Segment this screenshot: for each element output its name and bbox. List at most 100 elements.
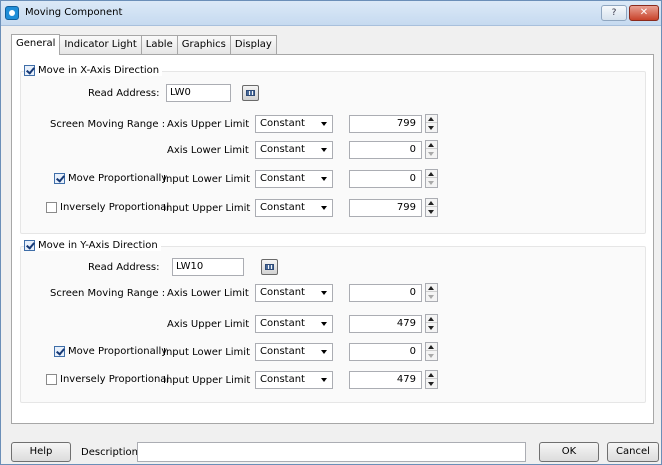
y-read-address-input[interactable]: LW10 [172,258,244,276]
x-row-label: Input Lower Limit [163,174,250,185]
y-address-keyboard-button[interactable] [261,259,278,275]
select-value: Constant [260,202,305,213]
chevron-down-icon [321,122,327,126]
x-move-proportionally[interactable]: Move Proportionally [54,172,167,185]
x-input-lower-value[interactable]: 0 [349,170,422,188]
title-bar[interactable]: Moving Component ? ✕ [1,1,661,26]
close-button[interactable]: ✕ [629,5,659,21]
spin-up-icon[interactable] [426,315,437,323]
y-axis-enable-checkbox[interactable] [24,240,35,251]
spin-up-icon[interactable] [426,141,437,149]
tab-graphics[interactable]: Graphics [177,35,231,54]
x-address-keyboard-button[interactable] [242,85,259,101]
x-read-address-input[interactable]: LW0 [166,84,231,102]
x-axis-lower-spinner[interactable] [425,140,438,159]
chevron-down-icon [321,378,327,382]
spin-down-icon[interactable] [426,352,437,360]
y-move-proportionally-label: Move Proportionally [68,346,168,357]
select-value: Constant [260,173,305,184]
y-axis-lower-spinner[interactable] [425,283,438,302]
tab-general[interactable]: General [11,34,61,55]
description-input[interactable] [137,442,526,462]
chevron-down-icon [321,177,327,181]
x-input-lower-mode-select[interactable]: Constant [255,170,333,188]
y-input-upper-spinner[interactable] [425,370,438,389]
keyboard-icon [246,90,255,96]
x-axis-enable[interactable]: Move in X-Axis Direction [24,65,163,76]
tab-lable[interactable]: Lable [141,35,178,54]
y-input-lower-value[interactable]: 0 [349,343,422,361]
x-input-upper-spinner[interactable] [425,198,438,217]
chevron-down-icon [321,291,327,295]
y-axis-enable[interactable]: Move in Y-Axis Direction [24,240,161,251]
x-axis-enable-label: Move in X-Axis Direction [38,65,160,76]
spin-down-icon[interactable] [426,380,437,388]
spin-up-icon[interactable] [426,371,437,379]
y-axis-upper-mode-select[interactable]: Constant [255,315,333,333]
x-row-label: Axis Lower Limit [167,145,249,156]
spin-down-icon[interactable] [426,124,437,132]
tab-indicator-light[interactable]: Indicator Light [60,35,142,54]
x-inversely-proportional[interactable]: Inversely Proportional [46,201,169,214]
x-input-lower-spinner[interactable] [425,169,438,188]
y-read-address-label: Read Address: [88,262,160,273]
y-move-proportionally[interactable]: Move Proportionally [54,345,167,358]
x-inversely-proportional-label: Inversely Proportional [60,202,170,213]
y-input-lower-mode-select[interactable]: Constant [255,343,333,361]
spin-up-icon[interactable] [426,199,437,207]
y-row-label: Input Lower Limit [163,347,250,358]
ok-button[interactable]: OK [539,442,599,462]
y-axis-upper-value[interactable]: 479 [349,315,422,333]
chevron-down-icon [321,350,327,354]
x-axis-upper-value[interactable]: 799 [349,115,422,133]
x-move-proportionally-checkbox[interactable] [54,173,65,184]
y-inversely-proportional-label: Inversely Proportional [60,374,170,385]
spin-down-icon[interactable] [426,179,437,187]
help-icon-button[interactable]: ? [601,5,627,21]
spin-up-icon[interactable] [426,343,437,351]
spin-down-icon[interactable] [426,324,437,332]
x-row-label: Input Upper Limit [163,203,251,214]
x-read-address-label: Read Address: [88,88,160,99]
y-row-label: Input Upper Limit [163,375,251,386]
help-button[interactable]: Help [11,442,71,462]
y-inversely-proportional[interactable]: Inversely Proportional [46,373,169,386]
x-input-upper-mode-select[interactable]: Constant [255,199,333,217]
spin-down-icon[interactable] [426,293,437,301]
tab-strip: General Indicator Light Lable Graphics D… [11,34,277,55]
x-move-proportionally-label: Move Proportionally [68,173,168,184]
x-axis-lower-value[interactable]: 0 [349,141,422,159]
x-axis-upper-mode-select[interactable]: Constant [255,115,333,133]
x-range-label: Screen Moving Range : [50,119,166,130]
y-axis-enable-label: Move in Y-Axis Direction [38,240,158,251]
cancel-button[interactable]: Cancel [607,442,659,462]
x-axis-upper-spinner[interactable] [425,114,438,133]
spin-down-icon[interactable] [426,208,437,216]
x-axis-lower-mode-select[interactable]: Constant [255,141,333,159]
y-inversely-proportional-checkbox[interactable] [46,374,57,385]
y-input-upper-mode-select[interactable]: Constant [255,371,333,389]
app-icon [5,6,19,20]
x-inversely-proportional-checkbox[interactable] [46,202,57,213]
tab-display[interactable]: Display [230,35,277,54]
y-axis-lower-mode-select[interactable]: Constant [255,284,333,302]
y-row-label: Axis Upper Limit [167,319,250,330]
x-axis-enable-checkbox[interactable] [24,65,35,76]
y-axis-upper-spinner[interactable] [425,314,438,333]
spin-up-icon[interactable] [426,284,437,292]
x-input-upper-value[interactable]: 799 [349,199,422,217]
x-row-label: Axis Upper Limit [167,119,250,130]
select-value: Constant [260,118,305,129]
y-axis-lower-value[interactable]: 0 [349,284,422,302]
y-range-label: Screen Moving Range : [50,288,166,299]
y-move-proportionally-checkbox[interactable] [54,346,65,357]
spin-up-icon[interactable] [426,115,437,123]
y-input-lower-spinner[interactable] [425,342,438,361]
spin-up-icon[interactable] [426,170,437,178]
select-value: Constant [260,287,305,298]
select-value: Constant [260,346,305,357]
window-title: Moving Component [25,7,123,18]
spin-down-icon[interactable] [426,150,437,158]
chevron-down-icon [321,322,327,326]
y-input-upper-value[interactable]: 479 [349,371,422,389]
